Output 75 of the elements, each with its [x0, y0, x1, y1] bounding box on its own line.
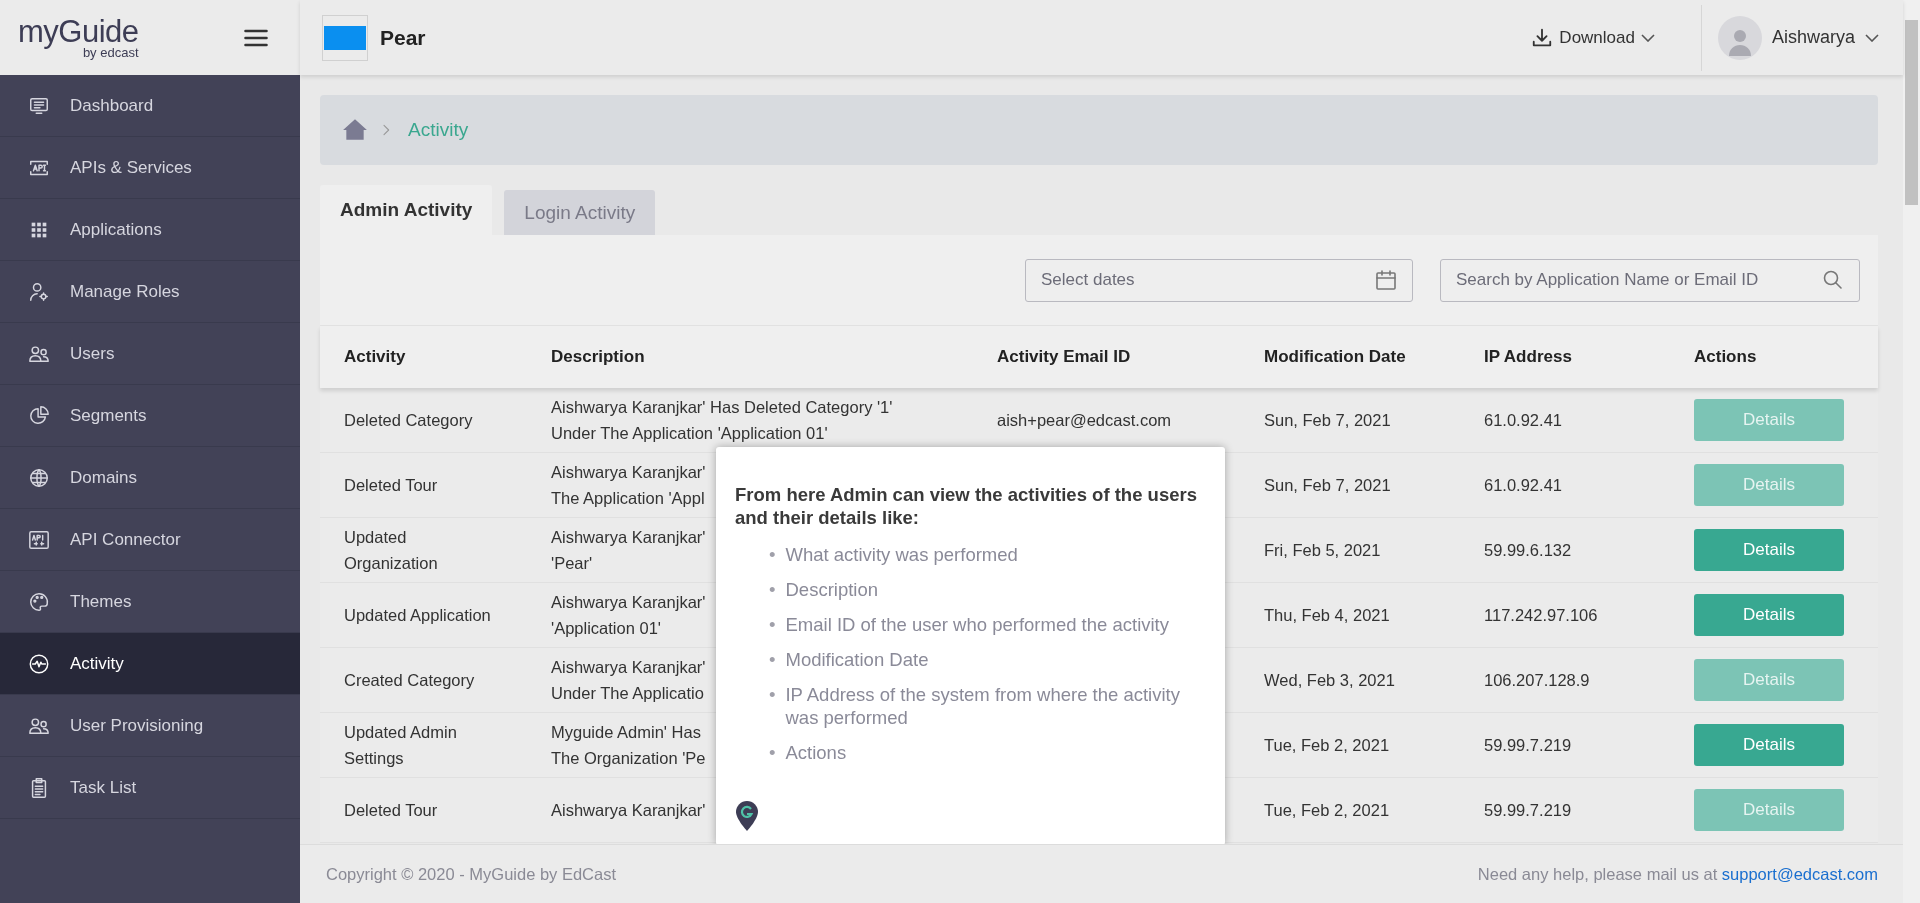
table-cell: Deleted Tour	[344, 476, 438, 494]
date-field[interactable]: Select dates	[1025, 258, 1413, 302]
pulse-icon	[28, 652, 50, 675]
table-cell: Myguide Admin' Has The Organization 'Pe	[551, 723, 706, 767]
home-icon[interactable]	[342, 117, 368, 143]
chevron-down-icon	[1865, 33, 1879, 42]
table-cell: Aishwarya Karanjkar' Under The Applicatio	[551, 658, 706, 702]
table-cell: 59.99.7.219	[1484, 801, 1572, 819]
column-header: Actions	[1694, 347, 1757, 366]
tooltip-item: Actions	[785, 741, 847, 764]
copyright-text: Copyright © 2020 - MyGuide by EdCast	[326, 864, 617, 884]
calendar-icon	[1374, 267, 1398, 292]
tab[interactable]: Admin Activity	[320, 185, 493, 235]
table-cell: Thu, Feb 4, 2021	[1264, 606, 1390, 624]
column-header: Activity	[344, 347, 406, 366]
tooltip-item: What activity was performed	[785, 543, 1018, 566]
column-header: Modification Date	[1264, 347, 1406, 366]
table-cell: Updated Admin Settings	[344, 723, 457, 767]
tooltip-item: Description	[785, 578, 879, 601]
column-header: Description	[551, 347, 645, 366]
table-cell: aish+pear@edcast.com	[997, 411, 1172, 429]
logo-wordmark: myGuide	[18, 16, 139, 47]
table-cell: Wed, Feb 3, 2021	[1264, 671, 1395, 689]
globe-icon	[28, 466, 50, 489]
table-cell: Aishwarya Karanjkar' 'Application 01'	[551, 593, 706, 637]
bullet-text: •	[769, 648, 776, 671]
table-cell: Sun, Feb 7, 2021	[1264, 411, 1391, 429]
table-cell: Updated Application	[344, 606, 491, 624]
pie-chart-icon	[28, 404, 50, 427]
table-cell: Updated Organization	[344, 528, 438, 572]
table-cell: Created Category	[344, 671, 475, 689]
table-cell: Aishwarya Karanjkar'	[551, 801, 706, 819]
table-cell: Aishwarya Karanjkar' Has Deleted Category '1' Under The Application 'Application 01'	[551, 398, 893, 442]
app-name: Pear	[380, 25, 426, 50]
search-field[interactable]: Search by Application Name or Email ID	[1440, 258, 1860, 302]
table-cell: 59.99.7.219	[1484, 736, 1572, 754]
bullet-text: •	[769, 741, 776, 764]
api-connector-icon	[28, 528, 50, 551]
sidebar-item[interactable]: Activity	[0, 633, 300, 695]
logo-byline: by edcast	[82, 46, 139, 59]
table-cell: Aishwarya Karanjkar' The Application 'Appl	[551, 463, 706, 507]
tooltip-heading: From here Admin can view the activities of the users and their details like:	[735, 483, 1198, 529]
map-pin-icon	[736, 801, 758, 831]
tooltip-item: Email ID of the user who performed the activity	[785, 613, 1169, 636]
table-cell: Aishwarya Karanjkar' 'Pear'	[551, 528, 706, 572]
bullet-text: •	[769, 613, 776, 636]
table-cell: 59.99.6.132	[1484, 541, 1572, 559]
user-menu[interactable]: Aishwarya	[1701, 14, 1885, 61]
table-cell: 61.0.92.41	[1484, 411, 1562, 429]
table-cell: 117.242.97.106	[1484, 606, 1598, 624]
table-cell: Fri, Feb 5, 2021	[1264, 541, 1381, 559]
bullet-text: •	[769, 578, 776, 601]
scrollbar[interactable]	[1903, 0, 1920, 903]
table-cell: Tue, Feb 2, 2021	[1264, 801, 1390, 819]
download-button[interactable]: Download	[1525, 25, 1701, 50]
tooltip-item: IP Address of the system from where the activity was performed	[785, 683, 1181, 729]
support-email-link[interactable]: support@edcast.com	[1721, 864, 1878, 883]
table-cell: 61.0.92.41	[1484, 476, 1562, 494]
download-icon	[1531, 26, 1554, 49]
table-cell: 106.207.128.9	[1484, 671, 1590, 689]
table-cell: Sun, Feb 7, 2021	[1264, 476, 1391, 494]
app-icon	[322, 14, 368, 61]
breadcrumb-current: Activity	[408, 119, 469, 141]
table-cell: Deleted Tour	[344, 801, 438, 819]
table-cell: Tue, Feb 2, 2021	[1264, 736, 1390, 754]
help-text: Need any help, please mail us at support@edcast.com	[1477, 864, 1878, 884]
chevron-down-icon	[1640, 33, 1655, 42]
bullet-text: •	[769, 543, 776, 566]
tooltip-item: Modification Date	[785, 648, 929, 671]
column-header: Activity Email ID	[997, 347, 1131, 366]
table-cell: Deleted Category	[344, 411, 473, 429]
bullet-text: •	[769, 683, 776, 707]
column-header: IP Address	[1484, 347, 1572, 366]
palette-icon	[28, 590, 50, 613]
user-gear-icon	[28, 280, 50, 303]
